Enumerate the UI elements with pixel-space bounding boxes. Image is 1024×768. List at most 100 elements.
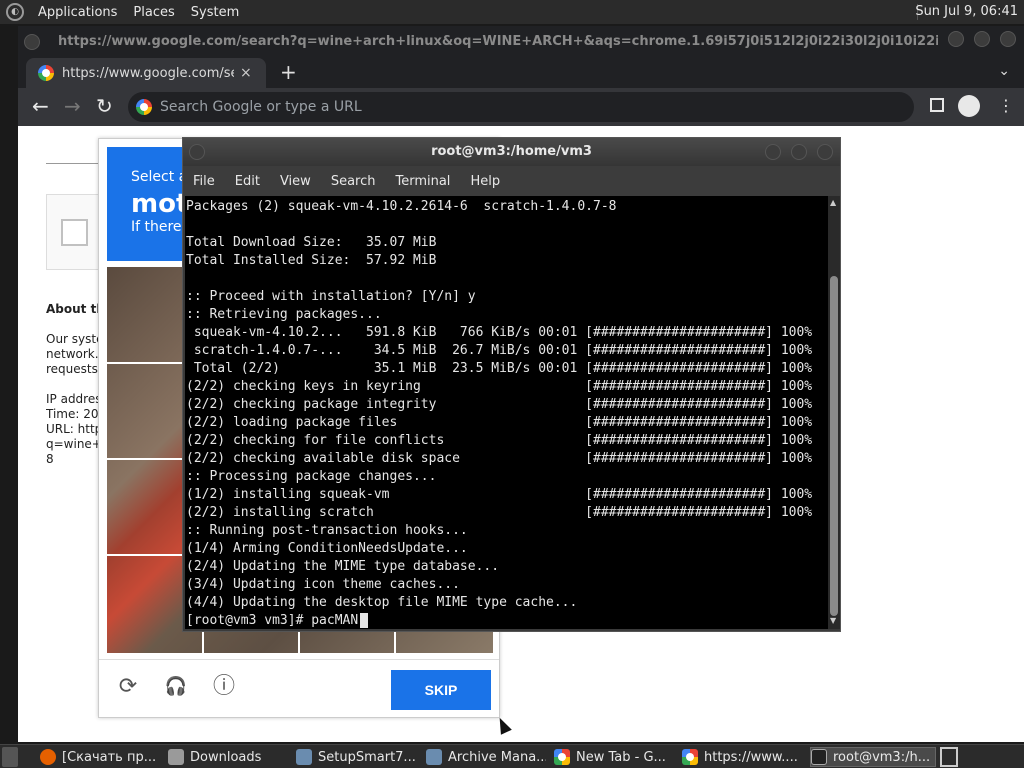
tab-title: https://www.google.com/search [62,65,234,81]
terminal-prompt-line[interactable]: [root@vm3 vm3]# pacMAN [186,612,828,629]
page-text-line: requests [46,362,98,376]
captcha-footer: ⟳ 🎧 ⓘ SKIP [99,659,499,717]
menu-file[interactable]: File [183,174,225,189]
terminal-line: scratch-1.4.0.7-... 34.5 MiB 26.7 MiB/s … [186,343,813,358]
page-text-line: Our syste [46,332,101,346]
recaptcha-checkbox-container [46,194,106,270]
show-desktop-icon[interactable] [2,747,18,767]
window-title: https://www.google.com/search?q=wine+arc… [58,34,938,49]
taskbar-item-label: SetupSmart7.... [318,749,416,765]
terminal-line: (1/4) Arming ConditionNeedsUpdate... [186,541,468,556]
window-menu-icon[interactable] [24,34,40,50]
terminal-line: (1/2) installing squeak-vm [############… [186,487,813,502]
chrome-titlebar[interactable]: https://www.google.com/search?q=wine+arc… [18,26,1024,58]
page-text-line: 8 [46,452,54,466]
menu-places[interactable]: Places [125,5,182,20]
minimize-icon[interactable] [765,144,781,160]
firefox-icon [40,749,56,765]
google-search-icon [136,99,152,115]
terminal-line: Total Installed Size: 57.92 MiB [186,253,437,268]
taskbar-item-label: New Tab - G... [576,749,666,765]
taskbar-item[interactable]: https://www.... [682,747,802,767]
installer-icon [296,749,312,765]
menu-terminal[interactable]: Terminal [385,174,460,189]
close-window-icon[interactable] [1000,31,1016,47]
text-cursor [360,613,369,628]
forward-button[interactable]: → [64,95,81,117]
about-heading: About th [46,302,101,316]
terminal-icon [811,749,827,765]
minimize-icon[interactable] [948,31,964,47]
chrome-toolbar: ← → ↻ Search Google or type a URL ⋮ [18,88,1024,126]
archive-icon [426,749,442,765]
folder-icon [168,749,184,765]
tab-close-icon[interactable]: × [240,65,252,81]
taskbar-item-label: https://www.... [704,749,798,765]
menu-edit[interactable]: Edit [225,174,270,189]
terminal-line: (2/2) checking package integrity [######… [186,397,813,412]
headphones-icon[interactable]: 🎧 [163,674,189,700]
reading-mode-icon[interactable] [930,98,944,112]
terminal-line: :: Proceed with installation? [Y/n] y [186,289,476,304]
terminal-line: (3/4) Updating icon theme caches... [186,577,460,592]
distro-logo-icon[interactable]: ◐ [6,3,24,21]
terminal-scrollbar[interactable]: ▲ ▼ [828,196,840,629]
reload-icon[interactable]: ⟳ [115,674,141,700]
scrollbar-thumb[interactable] [830,276,838,616]
menu-view[interactable]: View [270,174,321,189]
terminal-line: (2/2) checking keys in keyring [########… [186,379,813,394]
menu-applications[interactable]: Applications [30,5,125,20]
taskbar: [Скачать пр... Downloads SetupSmart7....… [0,744,1024,768]
taskbar-item-active[interactable]: root@vm3:/h... [810,747,936,767]
terminal-line: (2/4) Updating the MIME type database... [186,559,500,574]
page-text-line: Time: 20 [46,407,99,421]
omnibox-placeholder: Search Google or type a URL [160,99,362,115]
taskbar-item[interactable]: New Tab - G... [554,747,674,767]
chrome-icon [554,749,570,765]
taskbar-item[interactable]: Downloads [168,747,288,767]
scroll-up-icon[interactable]: ▲ [830,198,836,207]
taskbar-item-label: Downloads [190,749,262,765]
taskbar-item-label: Archive Mana... [448,749,546,765]
taskbar-item-label: root@vm3:/h... [833,749,931,765]
clock[interactable]: Sun Jul 9, 06:41 [915,4,1018,19]
google-favicon-icon [38,65,54,81]
tab-search-chevron-icon[interactable]: ⌄ [998,63,1010,79]
info-icon[interactable]: ⓘ [211,674,237,700]
terminal-line: (2/2) loading package files [###########… [186,415,813,430]
new-tab-button[interactable]: + [280,60,297,84]
scroll-down-icon[interactable]: ▼ [830,616,836,625]
reload-button[interactable]: ↻ [96,95,113,117]
profile-avatar[interactable] [958,95,980,117]
tab-google-search[interactable]: https://www.google.com/search × [26,58,266,88]
close-window-icon[interactable] [817,144,833,160]
skip-button[interactable]: SKIP [391,670,491,710]
tab-strip: https://www.google.com/search × + ⌄ [18,58,1024,88]
terminal-line: (2/2) installing scratch [##############… [186,505,813,520]
top-panel: ◐ Applications Places System Sun Jul 9, … [0,0,1024,24]
terminal-input[interactable]: pacMAN [311,613,358,628]
chrome-icon [682,749,698,765]
menu-help[interactable]: Help [460,174,510,189]
terminal-line: Packages (2) squeak-vm-4.10.2.2614-6 scr… [186,199,617,214]
workspace-switcher-icon[interactable] [940,747,958,767]
recaptcha-checkbox[interactable] [61,219,88,246]
chrome-menu-icon[interactable]: ⋮ [998,95,1014,117]
omnibox[interactable]: Search Google or type a URL [128,92,914,122]
terminal-line: (4/4) Updating the desktop file MIME typ… [186,595,578,610]
menu-system[interactable]: System [183,5,247,20]
taskbar-item[interactable]: Archive Mana... [426,747,546,767]
taskbar-item[interactable]: SetupSmart7.... [296,747,416,767]
menu-search[interactable]: Search [321,174,386,189]
terminal-titlebar[interactable]: root@vm3:/home/vm3 [183,138,840,166]
window-menu-icon[interactable] [189,144,205,160]
taskbar-item[interactable]: [Скачать пр... [40,747,160,767]
terminal-line: (2/2) checking available disk space [###… [186,451,813,466]
maximize-icon[interactable] [974,31,990,47]
maximize-icon[interactable] [791,144,807,160]
back-button[interactable]: ← [32,95,49,117]
terminal-output[interactable]: Packages (2) squeak-vm-4.10.2.2614-6 scr… [185,196,828,629]
page-text-line: IP addres [46,392,101,406]
